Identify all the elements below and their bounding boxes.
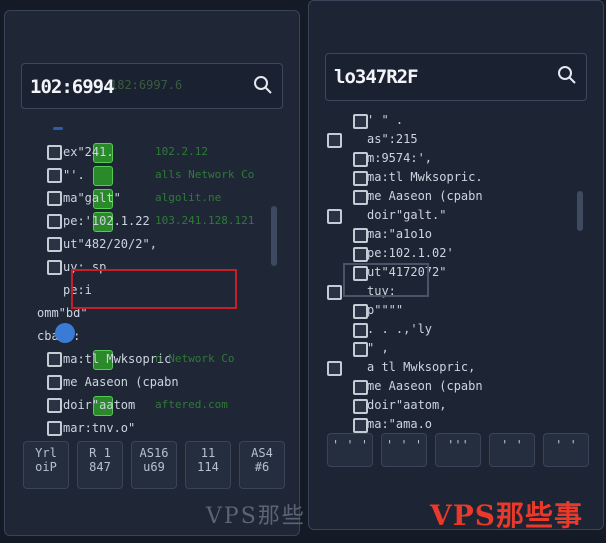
tree-row-label[interactable]: m:9574:', bbox=[367, 149, 432, 167]
row-checkbox[interactable] bbox=[47, 191, 62, 206]
row-checkbox[interactable] bbox=[47, 398, 62, 413]
row-checkbox[interactable] bbox=[47, 260, 62, 275]
row-checkbox[interactable] bbox=[47, 145, 62, 160]
value-button-4[interactable]: ' ' bbox=[489, 433, 535, 467]
row-checkbox[interactable] bbox=[327, 285, 342, 300]
row-checkbox[interactable] bbox=[47, 421, 62, 436]
tree-row-label[interactable]: doir"aatom bbox=[63, 396, 135, 414]
row-checkbox[interactable] bbox=[47, 168, 62, 183]
value-button-3[interactable]: ''' bbox=[435, 433, 481, 467]
ip-annotation: 103.241.128.121 bbox=[155, 214, 255, 227]
tree-row-label[interactable]: doir"galt." bbox=[367, 206, 446, 224]
ip-annotation: alls Network Co bbox=[155, 168, 255, 181]
value-button-bottom: 114 bbox=[197, 460, 219, 474]
value-button-bottom: #6 bbox=[254, 460, 270, 474]
value-button-top: 11 bbox=[200, 446, 216, 460]
value-button-4[interactable]: 11 114 bbox=[185, 441, 231, 489]
search-icon[interactable] bbox=[556, 64, 578, 86]
value-button-top: R 1 bbox=[89, 446, 111, 460]
row-checkbox[interactable] bbox=[353, 399, 368, 414]
tree-row-label[interactable]: ma:"ama.o bbox=[367, 415, 432, 433]
tree-row-label[interactable]: me Aaseon (cpabn bbox=[367, 377, 483, 395]
value-button-top: AS4 bbox=[251, 446, 273, 460]
value-button-bottom: oiP bbox=[35, 460, 57, 474]
watermark: VPS那些事 bbox=[430, 499, 584, 532]
tree-row-label[interactable]: " , bbox=[367, 339, 389, 357]
row-checkbox[interactable] bbox=[353, 228, 368, 243]
value-button-bottom: 847 bbox=[89, 460, 111, 474]
tree-row-label[interactable]: doir"aatom, bbox=[367, 396, 446, 414]
search-input[interactable] bbox=[332, 60, 546, 94]
tree-row-label[interactable]: me Aaseon (cpabn bbox=[63, 373, 179, 391]
scrollbar-thumb[interactable] bbox=[577, 191, 583, 231]
value-button-5[interactable]: ' ' bbox=[543, 433, 589, 467]
tree-row-label[interactable]: ma"galt" bbox=[63, 189, 121, 207]
tree-row-label[interactable]: pe:102.1.02' bbox=[367, 244, 454, 262]
value-button-top: AS16 bbox=[139, 446, 169, 460]
value-button-1[interactable]: Yrl oiP bbox=[23, 441, 69, 489]
row-checkbox[interactable] bbox=[47, 214, 62, 229]
action-button-row: Yrl oiP R 1 847 AS16 u69 11 114 AS4 #6 bbox=[23, 441, 285, 489]
search-box bbox=[325, 53, 587, 101]
right-panel: ' " .as":215m:9574:',ma:tl Mwksopric.me … bbox=[308, 0, 604, 530]
tree-collapse-marker bbox=[53, 127, 63, 130]
node-indicator-icon bbox=[55, 323, 75, 343]
tree-row-label[interactable]: ex"241. bbox=[63, 143, 114, 161]
value-button-top: Yrl bbox=[35, 446, 57, 460]
row-checkbox[interactable] bbox=[353, 342, 368, 357]
highlight-box bbox=[71, 269, 237, 309]
row-checkbox[interactable] bbox=[327, 209, 342, 224]
value-button-bottom: u69 bbox=[143, 460, 165, 474]
row-checkbox[interactable] bbox=[327, 361, 342, 376]
ip-annotation: n Network Co bbox=[155, 352, 235, 365]
left-panel: 182:6997.6 ex"241. 102.2.12 "'. alls Netwo… bbox=[4, 10, 300, 536]
row-checkbox[interactable] bbox=[327, 133, 342, 148]
watermark-ghost: VPS那些 bbox=[206, 504, 306, 529]
value-button-top: ' ' ' bbox=[331, 438, 369, 452]
ip-annotation: algolit.ne bbox=[155, 191, 222, 204]
value-button-top: ' ' ' bbox=[385, 438, 423, 452]
value-button-2[interactable]: R 1 847 bbox=[77, 441, 123, 489]
row-checkbox[interactable] bbox=[353, 247, 368, 262]
ip-annotation: 102.2.12 bbox=[155, 145, 208, 158]
search-box: 182:6997.6 bbox=[21, 63, 283, 109]
value-button-top: ' ' bbox=[555, 438, 577, 452]
tree-row-label[interactable]: me Aaseon (cpabn bbox=[367, 187, 483, 205]
value-button-2[interactable]: ' ' ' bbox=[381, 433, 427, 467]
row-checkbox[interactable] bbox=[47, 352, 62, 367]
selection-box bbox=[343, 263, 429, 297]
value-button-top: ' ' bbox=[501, 438, 523, 452]
value-button-1[interactable]: ' ' ' bbox=[327, 433, 373, 467]
row-checkbox[interactable] bbox=[353, 152, 368, 167]
tree-row-label[interactable]: pe:'102.1.22 bbox=[63, 212, 150, 230]
tree-row-label[interactable]: as":215 bbox=[367, 130, 418, 148]
search-input[interactable] bbox=[28, 70, 242, 104]
tree-row-label[interactable]: a tl Mwksopric, bbox=[367, 358, 475, 376]
action-button-row: ' ' ' ' ' ' ''' ' ' ' ' bbox=[327, 433, 589, 467]
row-checkbox[interactable] bbox=[353, 323, 368, 338]
tree-row-label[interactable]: ut"482/20/2", bbox=[63, 235, 157, 253]
row-checkbox[interactable] bbox=[353, 190, 368, 205]
row-checkbox[interactable] bbox=[353, 114, 368, 129]
tree-row-label[interactable]: mar:tnv.o" bbox=[63, 419, 135, 437]
value-button-5[interactable]: AS4 #6 bbox=[239, 441, 285, 489]
row-checkbox[interactable] bbox=[47, 237, 62, 252]
row-checkbox[interactable] bbox=[353, 380, 368, 395]
status-badge-icon bbox=[93, 166, 113, 186]
value-button-top: ''' bbox=[447, 438, 469, 452]
ip-annotation: aftered.com bbox=[155, 398, 228, 411]
tree-row-label[interactable]: . . .,'ly bbox=[367, 320, 432, 338]
tree-row-label[interactable]: "'. bbox=[63, 166, 85, 184]
tree-row-label[interactable]: ' " . bbox=[367, 111, 403, 129]
tree-row-label[interactable]: ma:"a1o1o bbox=[367, 225, 432, 243]
search-icon[interactable] bbox=[252, 74, 274, 96]
value-button-3[interactable]: AS16 u69 bbox=[131, 441, 177, 489]
row-checkbox[interactable] bbox=[353, 304, 368, 319]
row-checkbox[interactable] bbox=[47, 375, 62, 390]
scrollbar-thumb[interactable] bbox=[271, 206, 277, 266]
row-checkbox[interactable] bbox=[353, 418, 368, 433]
row-checkbox[interactable] bbox=[353, 171, 368, 186]
tree-row-label[interactable]: ma:tl Mwksopric. bbox=[367, 168, 483, 186]
tree-row-label[interactable]: p"""" bbox=[367, 301, 403, 319]
